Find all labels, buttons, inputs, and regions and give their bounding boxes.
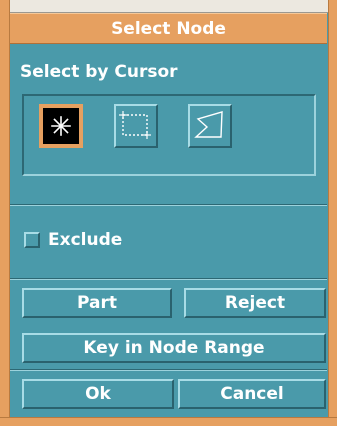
single-point-select-button[interactable] xyxy=(39,104,83,148)
exclude-label: Exclude xyxy=(48,230,123,250)
separator-1 xyxy=(10,204,327,206)
window-frame-bottom xyxy=(0,417,337,426)
dashed-rectangle-icon xyxy=(119,111,151,139)
polygon-select-button[interactable] xyxy=(188,104,232,148)
dialog-title: Select Node xyxy=(111,18,226,39)
select-by-cursor-label: Select by Cursor xyxy=(20,62,178,82)
select-node-dialog: Select Node Select by Cursor Exclude Par… xyxy=(0,0,337,426)
dialog-content: Select by Cursor Exclude Part Reject Key… xyxy=(10,44,327,417)
reject-button[interactable]: Reject xyxy=(184,288,326,318)
key-in-node-range-label: Key in Node Range xyxy=(83,338,265,358)
dialog-title-bar[interactable]: Select Node xyxy=(10,13,327,44)
window-frame-right xyxy=(328,0,337,426)
polygon-icon xyxy=(194,111,223,138)
window-top-strip xyxy=(0,0,337,13)
asterisk-icon xyxy=(51,116,71,136)
separator-3 xyxy=(10,369,327,371)
cancel-button[interactable]: Cancel xyxy=(178,379,326,409)
separator-2 xyxy=(10,278,327,280)
ok-button[interactable]: Ok xyxy=(22,379,174,409)
cancel-button-label: Cancel xyxy=(220,384,284,404)
reject-button-label: Reject xyxy=(224,293,286,313)
window-frame-left xyxy=(0,0,10,426)
ok-button-label: Ok xyxy=(85,384,111,404)
part-button[interactable]: Part xyxy=(22,288,172,318)
key-in-node-range-button[interactable]: Key in Node Range xyxy=(22,333,326,363)
selected-tool-inner xyxy=(43,108,79,144)
box-select-button[interactable] xyxy=(114,104,158,148)
part-button-label: Part xyxy=(77,293,117,313)
exclude-checkbox[interactable] xyxy=(24,232,40,248)
